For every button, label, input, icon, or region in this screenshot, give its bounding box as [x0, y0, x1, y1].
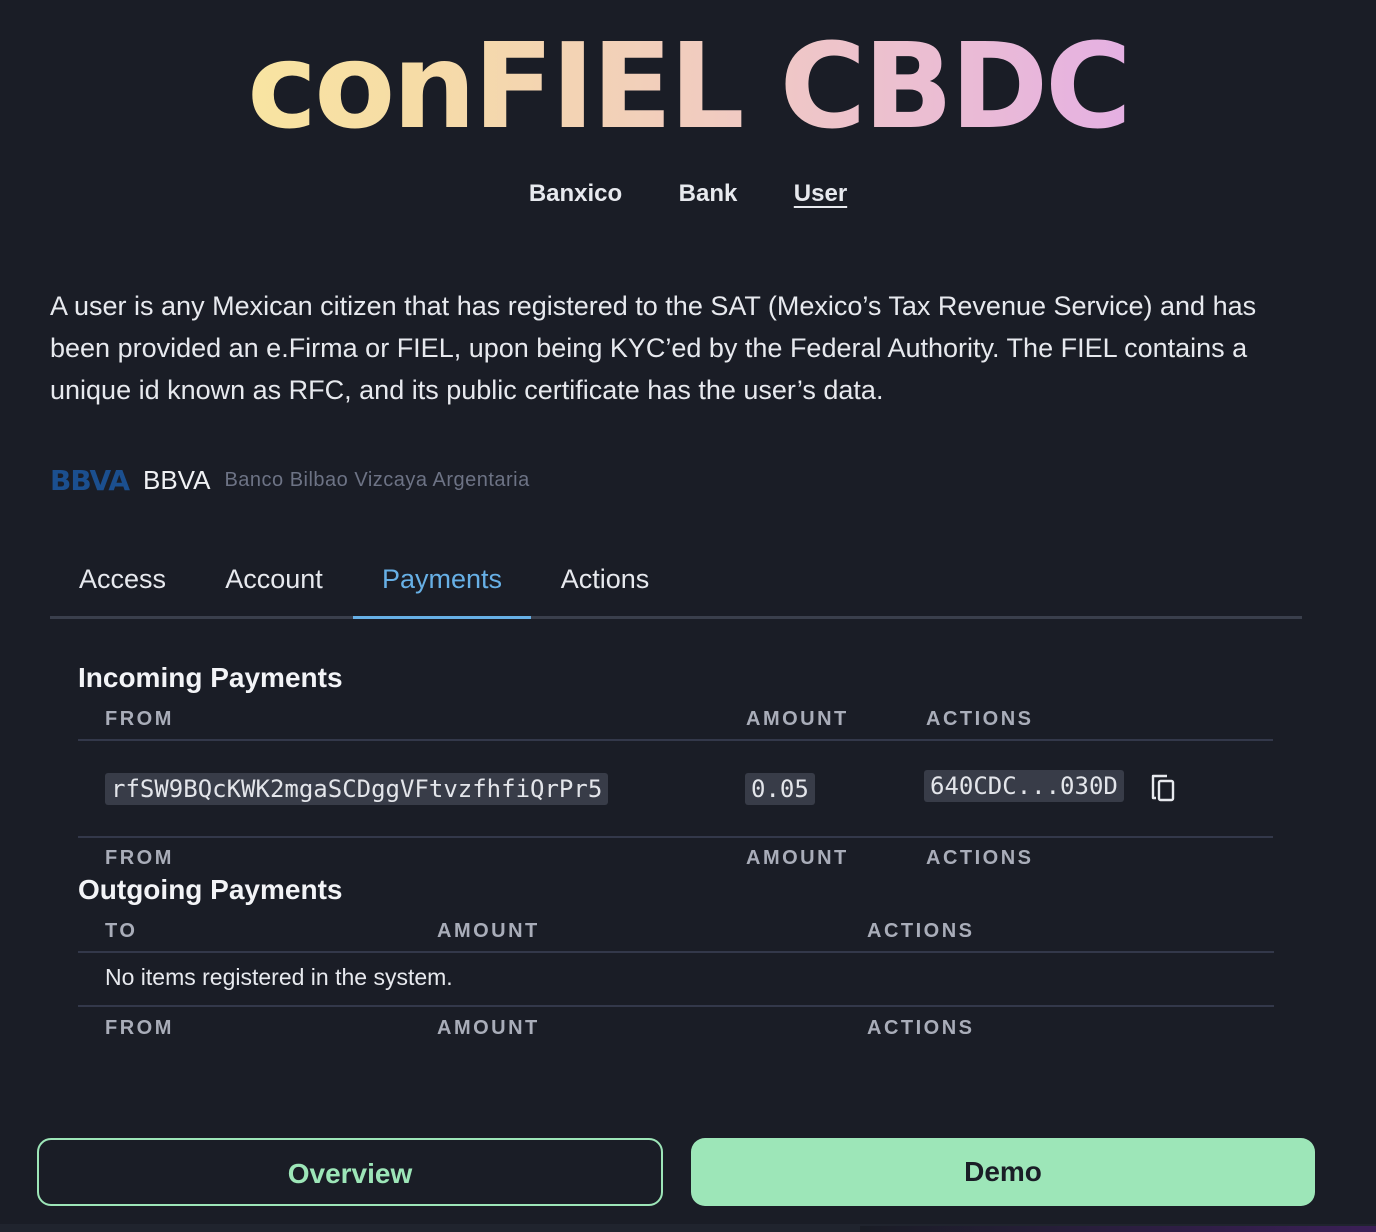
nav-user[interactable]: User	[794, 180, 847, 208]
outgoing-header-amount: AMOUNT	[437, 920, 540, 942]
payment-transaction-hash: 640CDC...030D	[924, 770, 1124, 802]
outgoing-header-to: TO	[105, 920, 138, 942]
outgoing-footer-amount: AMOUNT	[437, 1017, 540, 1039]
incoming-footer-actions: ACTIONS	[926, 847, 1034, 869]
bbva-logo: BBVA	[50, 463, 130, 497]
bank-header: BBVA BBVA Banco Bilbao Vizcaya Argentari…	[50, 458, 530, 502]
tab-payments[interactable]: Payments	[353, 540, 531, 619]
bottom-glow	[860, 1226, 1376, 1232]
nav-banxico[interactable]: Banxico	[529, 180, 622, 208]
bank-full-name: Banco Bilbao Vizcaya Argentaria	[224, 468, 530, 491]
outgoing-row-divider	[78, 1005, 1274, 1007]
payment-from-address: rfSW9BQcKWK2mgaSCDggVFtvzfhfiQrPr5	[105, 773, 609, 805]
demo-button[interactable]: Demo	[691, 1138, 1315, 1206]
empty-state-text: No items registered in the system.	[105, 964, 453, 990]
app-title: conFIEL CBDC	[0, 21, 1376, 152]
incoming-payments-title: Incoming Payments	[78, 662, 343, 693]
incoming-footer-amount: AMOUNT	[746, 847, 849, 869]
tab-actions[interactable]: Actions	[531, 540, 679, 616]
incoming-header-amount: AMOUNT	[746, 708, 849, 730]
incoming-header-actions: ACTIONS	[926, 708, 1034, 730]
outgoing-payments-title: Outgoing Payments	[78, 874, 343, 905]
payment-amount: 0.05	[745, 773, 815, 805]
incoming-footer-from: FROM	[105, 847, 174, 869]
overview-button[interactable]: Overview	[37, 1138, 663, 1206]
top-nav: Banxico Bank User	[0, 180, 1376, 208]
bank-name: BBVA	[143, 464, 211, 495]
copy-icon[interactable]	[1150, 771, 1176, 803]
tab-bar: Access Account Payments Actions	[50, 540, 1302, 619]
outgoing-footer-from: FROM	[105, 1017, 174, 1039]
incoming-row-divider	[78, 836, 1273, 838]
tab-access[interactable]: Access	[50, 540, 195, 616]
outgoing-header-actions: ACTIONS	[867, 920, 975, 942]
tab-account[interactable]: Account	[195, 540, 353, 616]
outgoing-header-divider	[78, 951, 1274, 953]
incoming-header-divider	[78, 739, 1273, 741]
user-description: A user is any Mexican citizen that has r…	[50, 291, 1257, 405]
nav-bank[interactable]: Bank	[679, 180, 738, 208]
outgoing-footer-actions: ACTIONS	[867, 1017, 975, 1039]
incoming-header-from: FROM	[105, 708, 174, 730]
